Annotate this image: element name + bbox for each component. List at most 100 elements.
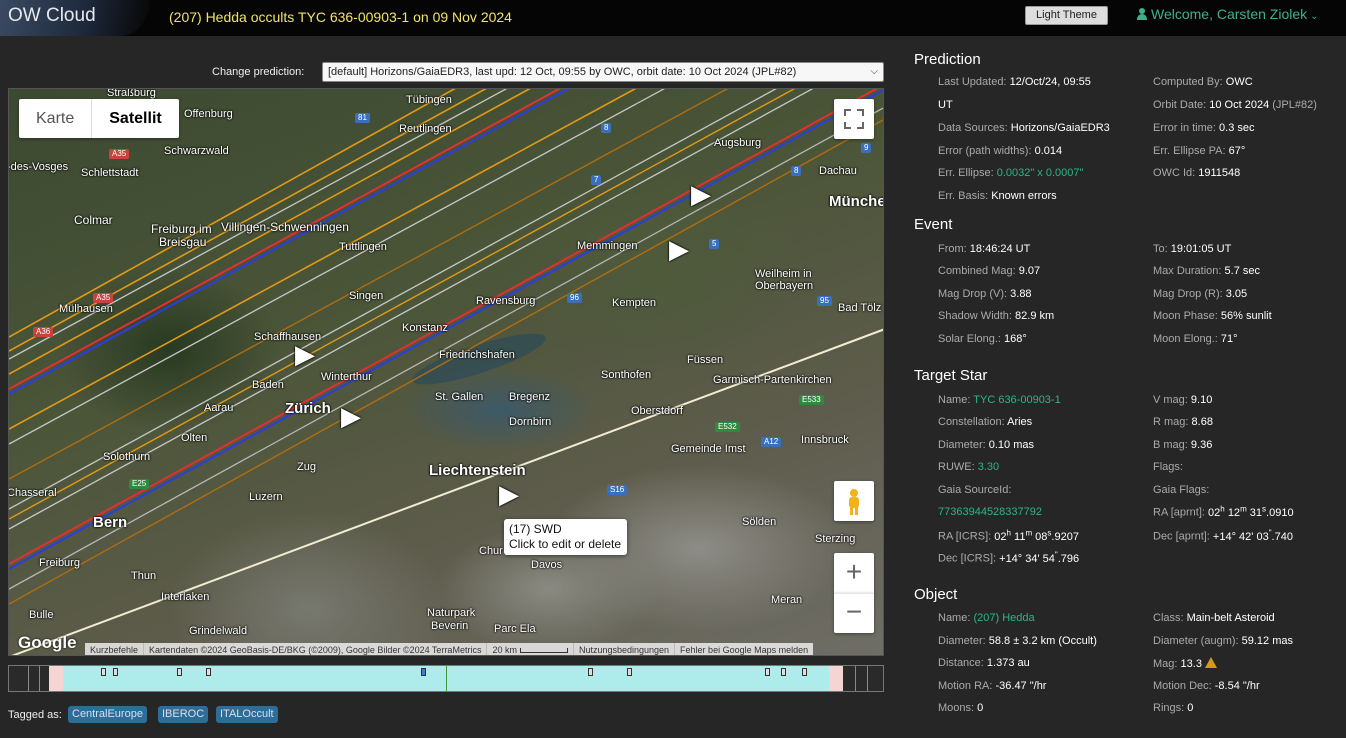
light-theme-button[interactable]: Light Theme <box>1025 6 1108 25</box>
map-label: Naturpark <box>427 607 476 619</box>
map-label: Innsbruck <box>801 434 849 446</box>
star-name-link[interactable]: TYC 636-00903-1 <box>973 394 1060 406</box>
observer-marker[interactable]: ▶ <box>295 339 315 370</box>
map-label: Winterthur <box>321 371 372 383</box>
tagged-label: Tagged as: <box>8 709 62 721</box>
timeline-observer-tick[interactable] <box>421 668 426 676</box>
map-label: Straßburg <box>107 88 156 99</box>
timeline-observer-tick[interactable] <box>588 668 593 676</box>
field-mag: Mag: 13.3 <box>1153 657 1217 670</box>
field-r-mag: R mag: 8.68 <box>1153 416 1213 428</box>
logo[interactable]: OW Cloud <box>0 0 150 36</box>
scale-text: 20 km <box>492 645 517 655</box>
tag-centraleurope[interactable]: CentralEurope <box>68 706 147 723</box>
pegman-icon <box>849 489 859 515</box>
map-label: Oberstdorf <box>631 405 683 417</box>
road-badge: A35 <box>109 149 130 159</box>
field-star-diameter: Diameter: 0.10 mas <box>938 439 1034 451</box>
tag-italoccult[interactable]: ITALOccult <box>216 706 278 723</box>
field-ra-aprnt: RA [aprnt]: 02h 12m 31s.0910 <box>1153 504 1294 519</box>
observer-marker[interactable]: ▶ <box>341 401 361 432</box>
field-error-path: Error (path widths): 0.014 <box>938 145 1063 157</box>
warning-icon[interactable] <box>1204 657 1217 668</box>
map-label: Davos <box>531 559 563 571</box>
terms-link[interactable]: Nutzungsbedingungen <box>572 643 674 655</box>
map-label: Bregenz <box>509 391 550 403</box>
map-label: Liechtenstein <box>429 462 526 479</box>
map-label: Colmar <box>74 213 113 227</box>
google-logo: Google <box>18 633 77 652</box>
timeline-observer-tick[interactable] <box>206 668 211 676</box>
field-from: From: 18:46:24 UT <box>938 243 1031 255</box>
timeline-gridline <box>867 666 868 691</box>
timeline-dark-segment <box>843 666 883 691</box>
map-type-karte[interactable]: Karte <box>19 99 91 138</box>
map-label: Olten <box>181 432 208 444</box>
timeline-observer-tick[interactable] <box>113 668 118 676</box>
report-error-link[interactable]: Fehler bei Google Maps melden <box>674 643 813 655</box>
chevron-down-icon: ⌵ <box>870 66 878 77</box>
tag-iberoc[interactable]: IBEROC <box>158 706 209 723</box>
marker-tooltip[interactable]: (17) SWD Click to edit or delete <box>504 519 627 555</box>
field-moon-phase: Moon Phase: 56% sunlit <box>1153 310 1272 322</box>
top-bar: OW Cloud (207) Hedda occults TYC 636-009… <box>0 0 1346 36</box>
field-computed-by: Computed By: OWC <box>1153 76 1253 88</box>
zoom-in-button[interactable]: + <box>834 553 874 593</box>
field-gaia-flags: Gaia Flags: <box>1153 484 1210 496</box>
timeline-gridline <box>28 666 29 691</box>
timeline-dark-segment <box>9 666 49 691</box>
map-label: Schaffhausen <box>254 331 322 343</box>
road-badge: E533 <box>799 395 824 405</box>
object-name-link[interactable]: (207) Hedda <box>973 612 1034 624</box>
scale-bar[interactable]: 20 km <box>486 643 573 655</box>
observer-marker[interactable]: ▶ <box>691 179 711 210</box>
map-label: Freiburg <box>39 557 80 569</box>
field-dec-aprnt: Dec [aprnt]: +14° 42' 03".740 <box>1153 528 1293 543</box>
field-solar-elong: Solar Elong.: 168° <box>938 333 1027 345</box>
map-label: Ravensburg <box>476 295 536 307</box>
timeline-slider[interactable] <box>8 665 884 692</box>
field-star-name: Name: TYC 636-00903-1 <box>938 394 1061 406</box>
map-label: Breisgau <box>159 235 207 249</box>
prediction-select-value: [default] Horizons/GaiaEDR3, last upd: 1… <box>328 66 797 78</box>
field-orbit-date: Orbit Date: 10 Oct 2024 (JPL#82) <box>1153 99 1317 111</box>
map-label: Beverin <box>431 620 469 632</box>
fullscreen-button[interactable] <box>834 99 874 139</box>
street-view-pegman-button[interactable] <box>834 481 874 521</box>
field-motion-dec: Motion Dec: -8.54 "/hr <box>1153 680 1260 692</box>
logo-text: OW Cloud <box>8 5 96 26</box>
timeline-observer-tick[interactable] <box>781 668 786 676</box>
timeline-observer-tick[interactable] <box>802 668 807 676</box>
map-label: Dachau <box>819 165 857 177</box>
map[interactable]: ▶ ▶ ▶ ▶ ▶ Straßburg Tübingen Reutlingen … <box>8 88 884 656</box>
map-label: Weilheim in <box>755 268 812 280</box>
timeline-observer-tick[interactable] <box>101 668 106 676</box>
timeline-observer-tick[interactable] <box>177 668 182 676</box>
observer-marker[interactable]: ▶ <box>669 234 689 265</box>
road-badge: A12 <box>761 437 782 447</box>
map-label: Mülhausen <box>59 303 113 315</box>
observer-marker[interactable]: ▶ <box>499 479 519 510</box>
field-shadow-width: Shadow Width: 82.9 km <box>938 310 1055 322</box>
map-type-satellit[interactable]: Satellit <box>91 99 178 138</box>
timeline-pink-segment <box>829 666 843 691</box>
map-label: Grindelwald <box>189 625 248 637</box>
map-label: Garmisch-Partenkirchen <box>713 374 832 386</box>
field-moons: Moons: 0 <box>938 702 984 714</box>
field-object-name: Name: (207) Hedda <box>938 612 1035 624</box>
zoom-out-button[interactable]: − <box>834 593 874 633</box>
field-error-in-time: Error in time: 0.3 sec <box>1153 122 1255 134</box>
user-menu[interactable]: Welcome, Carsten Ziolek ⌄ <box>1137 6 1319 22</box>
timeline-observer-tick[interactable] <box>627 668 632 676</box>
map-label: Baden <box>252 379 284 391</box>
map-label: Freiburg im <box>151 222 212 236</box>
map-label: Meran <box>771 594 803 606</box>
field-mag-drop-r: Mag Drop (R): 3.05 <box>1153 288 1248 300</box>
map-label: St. Gallen <box>435 391 484 403</box>
map-label: Schlettstadt <box>81 167 139 179</box>
timeline-observer-tick[interactable] <box>765 668 770 676</box>
gaia-sourceid-link[interactable]: 77363944528337792 <box>938 506 1042 518</box>
prediction-select[interactable]: [default] Horizons/GaiaEDR3, last upd: 1… <box>322 62 884 82</box>
field-to: To: 19:01:05 UT <box>1153 243 1232 255</box>
keyboard-shortcuts-link[interactable]: Kurzbefehle <box>85 643 143 655</box>
